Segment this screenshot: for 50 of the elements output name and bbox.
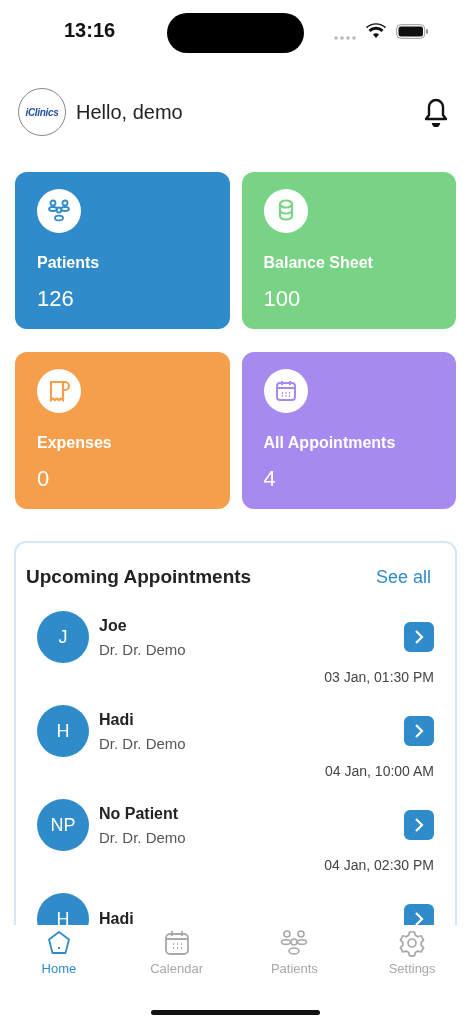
tab[interactable]: Settings xyxy=(353,929,471,976)
chevron-right-icon xyxy=(414,817,424,833)
stat-label: All Appointments xyxy=(263,434,397,452)
calendar-icon xyxy=(273,379,298,403)
tab[interactable]: Home xyxy=(0,929,118,976)
patient-name: Joe xyxy=(99,616,128,635)
stat-label: Expenses xyxy=(37,434,113,452)
stat-value: 126 xyxy=(37,286,75,312)
chevron-right-icon xyxy=(414,629,424,645)
settings-icon xyxy=(398,929,427,957)
stat-label: Patients xyxy=(37,254,101,272)
open-appointment-button[interactable] xyxy=(404,904,434,925)
stat-value: 4 xyxy=(263,466,277,492)
stat-card[interactable]: Balance Sheet 100 xyxy=(241,172,456,329)
signal-icon xyxy=(334,36,358,40)
patient-avatar: NP xyxy=(37,799,89,851)
open-appointment-button[interactable] xyxy=(404,622,434,652)
doctor-name: Dr. Dr. Demo xyxy=(99,640,187,658)
chevron-right-icon xyxy=(414,723,424,739)
stat-label: Balance Sheet xyxy=(263,254,374,272)
doctor-name: Dr. Dr. Demo xyxy=(99,734,187,752)
stat-value: 100 xyxy=(263,286,302,312)
patient-avatar: H xyxy=(37,705,89,757)
clock-time: 13:16 xyxy=(64,19,116,42)
open-appointment-button[interactable] xyxy=(404,810,434,840)
stat-card[interactable]: All Appointments 4 xyxy=(241,352,456,509)
battery-icon xyxy=(396,24,429,39)
tab[interactable]: Patients xyxy=(235,929,354,976)
people-icon xyxy=(46,198,72,224)
section-title: Upcoming Appointments xyxy=(26,566,252,588)
patient-name: No Patient xyxy=(99,804,180,823)
stat-card[interactable]: Expenses 0 xyxy=(15,352,230,509)
calendar-icon xyxy=(162,929,191,957)
appointment-time: 04 Jan, 10:00 AM xyxy=(325,763,434,779)
patient-avatar: H xyxy=(37,893,89,925)
patient-name: Hadi xyxy=(99,910,135,925)
see-all-link[interactable]: See all xyxy=(375,566,431,588)
tab[interactable]: Calendar xyxy=(117,929,236,976)
patient-name: Hadi xyxy=(99,710,135,729)
appointment-time: 03 Jan, 01:30 PM xyxy=(324,669,434,685)
stat-card[interactable]: Patients 126 xyxy=(15,172,230,329)
notification-bell-icon[interactable] xyxy=(423,97,449,127)
doctor-name: Dr. Dr. Demo xyxy=(99,828,187,846)
patient-avatar: J xyxy=(37,611,89,663)
open-appointment-button[interactable] xyxy=(404,716,434,746)
wifi-icon xyxy=(366,23,386,39)
greeting-text: Hello, demo xyxy=(76,100,184,124)
appointment-time: 04 Jan, 02:30 PM xyxy=(324,857,434,873)
people-icon xyxy=(280,929,309,957)
stat-value: 0 xyxy=(37,466,51,492)
